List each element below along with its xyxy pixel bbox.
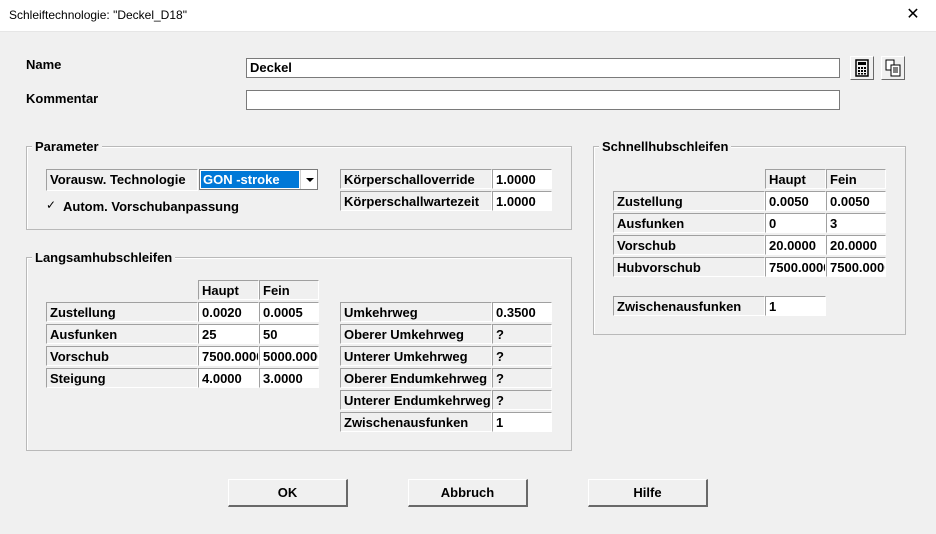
chevron-down-icon[interactable] — [300, 170, 317, 189]
langsam-right-label: Umkehrweg — [340, 302, 492, 322]
name-label: Name — [26, 57, 62, 72]
langsam-right-value: ? — [492, 390, 552, 410]
langsam-row-haupt[interactable]: 0.0020 — [198, 302, 259, 322]
langsam-row-label: Steigung — [46, 368, 198, 388]
schnell-col-fein: Fein — [826, 169, 886, 189]
schnell-zwischen-value[interactable]: 1 — [765, 296, 826, 316]
schnell-col-haupt: Haupt — [765, 169, 826, 189]
langsam-right-label: Zwischenausfunken — [340, 412, 492, 432]
schnell-row-fein[interactable]: 7500.0000 — [826, 257, 886, 277]
schnell-row-haupt[interactable]: 7500.0000 — [765, 257, 826, 277]
langsam-row-fein[interactable]: 50 — [259, 324, 319, 344]
langsam-right-value[interactable]: 0.3500 — [492, 302, 552, 322]
comment-input[interactable] — [246, 90, 840, 110]
langsam-right-label: Oberer Umkehrweg — [340, 324, 492, 344]
schnell-zwischen-label: Zwischenausfunken — [613, 296, 765, 316]
check-icon[interactable]: ✓ — [46, 199, 59, 212]
schnell-row-haupt[interactable]: 0.0050 — [765, 191, 826, 211]
schnell-row-haupt[interactable]: 0 — [765, 213, 826, 233]
langsam-col-haupt: Haupt — [198, 280, 259, 300]
cancel-button[interactable]: Abbruch — [408, 479, 528, 507]
title-bar: Schleiftechnologie: "Deckel_D18" ✕ — [0, 0, 936, 32]
comment-label: Kommentar — [26, 91, 99, 106]
schnell-row-haupt[interactable]: 20.0000 — [765, 235, 826, 255]
langsam-row-haupt[interactable]: 4.0000 — [198, 368, 259, 388]
langsam-right-value: ? — [492, 346, 552, 366]
vortech-label: Vorausw. Technologie — [46, 169, 198, 191]
copy-icon — [885, 59, 901, 77]
name-input[interactable]: Deckel — [246, 58, 840, 78]
langsam-row-fein[interactable]: 0.0005 — [259, 302, 319, 322]
window-title: Schleiftechnologie: "Deckel_D18" — [9, 8, 187, 22]
param-row-label: Körperschallwartezeit — [340, 191, 492, 211]
langsam-row-fein[interactable]: 3.0000 — [259, 368, 319, 388]
vortech-selected-value: GON -stroke — [201, 171, 299, 188]
calculator-icon — [855, 59, 869, 77]
help-button[interactable]: Hilfe — [588, 479, 708, 507]
langsam-group-title: Langsamhubschleifen — [32, 250, 176, 265]
ok-button[interactable]: OK — [228, 479, 348, 507]
langsam-right-label: Oberer Endumkehrweg — [340, 368, 492, 388]
langsam-row-label: Zustellung — [46, 302, 198, 322]
langsam-right-value: ? — [492, 368, 552, 388]
schnell-row-fein[interactable]: 20.0000 — [826, 235, 886, 255]
langsam-row-label: Ausfunken — [46, 324, 198, 344]
autom-vorschub-checkbox-label[interactable]: Autom. Vorschubanpassung — [63, 199, 239, 214]
langsam-right-value: ? — [492, 324, 552, 344]
langsam-col-fein: Fein — [259, 280, 319, 300]
copy-button[interactable] — [881, 56, 905, 80]
langsam-row-fein[interactable]: 5000.0000 — [259, 346, 319, 366]
langsam-row-haupt[interactable]: 7500.0000 — [198, 346, 259, 366]
schnell-row-label: Ausfunken — [613, 213, 765, 233]
parameter-group-title: Parameter — [32, 139, 102, 154]
langsam-row-label: Vorschub — [46, 346, 198, 366]
langsam-right-label: Unterer Umkehrweg — [340, 346, 492, 366]
close-icon[interactable]: ✕ — [890, 0, 936, 31]
langsam-right-value[interactable]: 1 — [492, 412, 552, 432]
schnell-row-fein[interactable]: 0.0050 — [826, 191, 886, 211]
schnell-row-label: Zustellung — [613, 191, 765, 211]
vortech-select[interactable]: GON -stroke — [199, 169, 318, 190]
schnell-row-fein[interactable]: 3 — [826, 213, 886, 233]
schnell-row-label: Vorschub — [613, 235, 765, 255]
param-row-label: Körperschalloverride — [340, 169, 492, 189]
schnell-row-label: Hubvorschub — [613, 257, 765, 277]
calculator-button[interactable] — [850, 56, 874, 80]
schnell-group-title: Schnellhubschleifen — [599, 139, 732, 154]
param-row-value[interactable]: 1.0000 — [492, 169, 552, 189]
langsam-row-haupt[interactable]: 25 — [198, 324, 259, 344]
param-row-value[interactable]: 1.0000 — [492, 191, 552, 211]
langsam-right-label: Unterer Endumkehrweg — [340, 390, 492, 410]
